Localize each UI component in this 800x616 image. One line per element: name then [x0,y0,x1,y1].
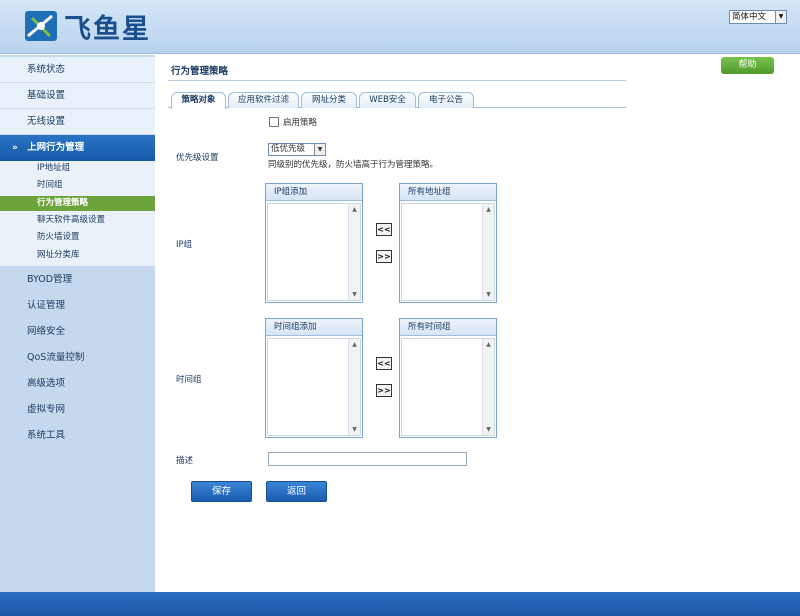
logo: 飞鱼星 [24,9,151,45]
listbox-header: 时间组添加 [266,319,362,336]
priority-select[interactable]: 低优先级 ▼ [268,143,326,156]
scroll-down-icon[interactable]: ▼ [349,424,360,435]
listbox-body[interactable]: ▲ ▼ [267,338,361,436]
priority-label: 优先级设置 [176,153,219,163]
logo-text: 飞鱼星 [64,13,151,45]
sidebar-item-label: 虚拟专网 [27,404,66,415]
time-added-listbox[interactable]: 时间组添加 ▲ ▼ [265,318,363,438]
sidebar-item-wireless[interactable]: 无线设置 [0,109,155,135]
listbox-header: IP组添加 [266,184,362,201]
sidebar-item-byod[interactable]: BYOD管理 [0,267,155,293]
subnav-item-label: 网址分类库 [37,250,80,260]
enable-policy-row: 启用策略 [269,116,317,128]
scroll-up-icon[interactable]: ▲ [349,204,360,215]
subnav-item-ip-group[interactable]: IP地址组 [0,161,155,176]
sidebar-item-label: 系统工具 [27,430,66,441]
sidebar-item-label: BYOD管理 [27,274,73,285]
scroll-down-icon[interactable]: ▼ [483,424,494,435]
subnav-item-label: IP地址组 [37,163,71,173]
chevron-down-icon: ▼ [314,144,325,155]
sidebar-item-label: 高级选项 [27,378,66,389]
chevron-down-icon: ▼ [775,11,786,23]
subnav-item-url-library[interactable]: 网址分类库 [0,248,155,263]
scroll-down-icon[interactable]: ▼ [483,289,494,300]
description-label: 描述 [176,456,194,466]
sidebar-item-system-tools[interactable]: 系统工具 [0,423,155,449]
divider [168,80,626,81]
listbox-header: 所有时间组 [400,319,496,336]
ip-added-listbox[interactable]: IP组添加 ▲ ▼ [265,183,363,303]
subnav-item-firewall[interactable]: 防火墙设置 [0,230,155,245]
subnav-item-chat-advanced[interactable]: 聊天软件高级设置 [0,213,155,228]
time-group-label: 时间组 [176,375,202,385]
sidebar-item-qos[interactable]: QoS流量控制 [0,345,155,371]
ip-group-label: IP组 [176,240,193,250]
scrollbar[interactable]: ▲ ▼ [482,339,494,435]
sidebar-item-basic-settings[interactable]: 基础设置 [0,83,155,109]
sidebar-item-auth[interactable]: 认证管理 [0,293,155,319]
time-all-listbox[interactable]: 所有时间组 ▲ ▼ [399,318,497,438]
scroll-up-icon[interactable]: ▲ [349,339,360,350]
save-button[interactable]: 保存 [191,481,252,502]
subnav-item-label: 聊天软件高级设置 [37,215,106,225]
footer-bar [0,592,800,616]
subnav: IP地址组 时间组 行为管理策略 聊天软件高级设置 防火墙设置 网址分类库 [0,161,155,266]
subnav-item-behavior-policy[interactable]: 行为管理策略 [0,196,155,211]
sidebar-item-label: 无线设置 [27,116,66,127]
tab-policy-object[interactable]: 策略对象 [171,92,226,109]
help-button[interactable]: 帮助 [721,57,774,74]
ip-all-listbox[interactable]: 所有地址组 ▲ ▼ [399,183,497,303]
tab-url-category[interactable]: 网址分类 [301,92,357,108]
sidebar-item-advanced[interactable]: 高级选项 [0,371,155,397]
page-title: 行为管理策略 [171,66,229,77]
scroll-up-icon[interactable]: ▲ [483,339,494,350]
header: 飞鱼星 简体中文 ▼ [0,0,800,54]
move-left-button[interactable]: << [376,223,392,236]
priority-hint: 同级别的优先级，防火墙高于行为管理策略。 [268,160,439,170]
listbox-body[interactable]: ▲ ▼ [267,203,361,301]
scroll-down-icon[interactable]: ▼ [349,289,360,300]
sidebar-item-label: 认证管理 [27,300,66,311]
language-select[interactable]: 简体中文 ▼ [729,10,787,24]
listbox-body[interactable]: ▲ ▼ [401,338,495,436]
enable-policy-checkbox[interactable] [269,117,279,127]
sidebar-item-label: 基础设置 [27,90,66,101]
sidebar-item-label: 系统状态 [27,64,66,75]
subnav-item-time-group[interactable]: 时间组 [0,178,155,193]
tab-web-security[interactable]: WEB安全 [359,92,416,108]
subnav-item-label: 行为管理策略 [37,198,89,208]
listbox-body[interactable]: ▲ ▼ [401,203,495,301]
sidebar-group-label: 上网行为管理 [27,142,85,153]
move-right-button[interactable]: >> [376,250,392,263]
description-input[interactable] [268,452,467,466]
sidebar-item-vpn[interactable]: 虚拟专网 [0,397,155,423]
sidebar: 系统状态 基础设置 无线设置 » 上网行为管理 IP地址组 时间组 行为管理策略… [0,55,155,592]
priority-value: 低优先级 [271,144,306,154]
scrollbar[interactable]: ▲ ▼ [348,339,360,435]
sidebar-item-system-status[interactable]: 系统状态 [0,57,155,83]
listbox-header: 所有地址组 [400,184,496,201]
subnav-item-label: 防火墙设置 [37,232,80,242]
move-left-button[interactable]: << [376,357,392,370]
back-button[interactable]: 返回 [266,481,327,502]
sidebar-item-network-security[interactable]: 网络安全 [0,319,155,345]
tab-app-filter[interactable]: 应用软件过滤 [228,92,299,108]
sidebar-item-label: QoS流量控制 [27,352,85,363]
scrollbar[interactable]: ▲ ▼ [348,204,360,300]
enable-policy-label: 启用策略 [283,118,318,128]
subnav-item-label: 时间组 [37,180,63,190]
scroll-up-icon[interactable]: ▲ [483,204,494,215]
scrollbar[interactable]: ▲ ▼ [482,204,494,300]
double-chevron-down-icon: » [12,143,18,153]
sidebar-item-label: 网络安全 [27,326,66,337]
move-right-button[interactable]: >> [376,384,392,397]
logo-icon [25,11,57,41]
language-value: 简体中文 [732,12,767,22]
sidebar-group-behavior-management[interactable]: » 上网行为管理 [0,135,155,161]
tab-bulletin[interactable]: 电子公告 [418,92,474,108]
